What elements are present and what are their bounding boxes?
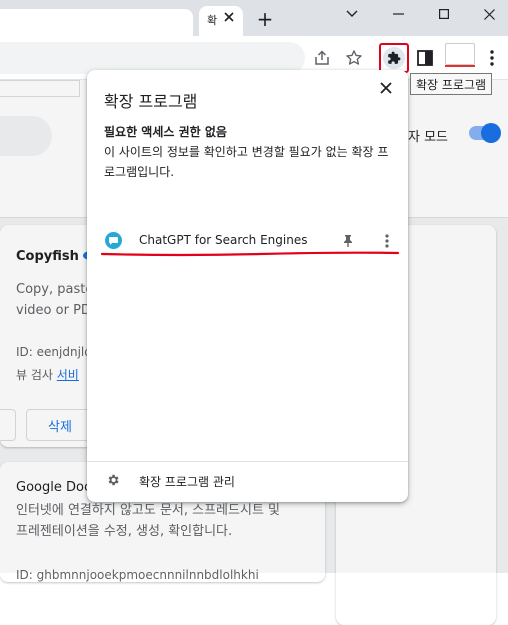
minimize-button[interactable] [375, 0, 421, 28]
profile-avatar[interactable] [445, 43, 475, 65]
page-search-field[interactable] [0, 116, 52, 156]
extensions-button[interactable] [379, 43, 409, 73]
browser-menu-icon[interactable] [480, 46, 504, 70]
maximize-button[interactable] [421, 0, 467, 28]
share-icon[interactable] [310, 46, 334, 70]
close-icon[interactable] [374, 76, 398, 100]
manage-extensions-label: 확장 프로그램 관리 [139, 475, 235, 489]
extension-item-name: ChatGPT for Search Engines [139, 233, 308, 247]
extension-inspect-views: 뷰 검사 서비 [16, 368, 79, 382]
extensions-tooltip: 확장 프로그램 [410, 73, 493, 95]
tab-strip: 확 + [0, 0, 508, 36]
extension-name: Copyfish [16, 249, 97, 264]
more-options-icon[interactable] [377, 231, 397, 251]
bookmark-star-icon[interactable] [342, 46, 366, 70]
pin-icon[interactable] [338, 231, 358, 251]
page-header-field [0, 80, 80, 97]
tab-active[interactable]: 확 [199, 6, 243, 36]
extension-name: Google Docs [16, 480, 98, 495]
popup-subtitle: 필요한 액세스 권한 없음 [104, 125, 227, 139]
toggle-knob [481, 123, 501, 143]
chatgpt-extension-icon [105, 232, 122, 249]
details-button[interactable] [0, 409, 16, 441]
remove-button[interactable]: 삭제 [26, 409, 94, 441]
developer-mode-label: 자 모드 [408, 130, 449, 145]
extension-id: ID: ghbmnnjooekpmoecnnnilnnbdlolhkhi [16, 568, 259, 582]
tab-search-chevron-icon[interactable] [329, 0, 375, 28]
puzzle-icon [383, 47, 405, 69]
gear-icon [104, 471, 122, 489]
manage-extensions-button[interactable]: 확장 프로그램 관리 [87, 465, 408, 497]
developer-mode-toggle[interactable] [469, 123, 501, 143]
popup-description: 이 사이트의 정보를 확인하고 변경할 필요가 없는 확장 프로그램입니다. [104, 145, 389, 179]
extension-id: ID: eenjdnjld [16, 345, 92, 359]
side-panel-icon[interactable] [413, 46, 437, 70]
popup-title: 확장 프로그램 [104, 92, 198, 111]
tab-title: 확 [207, 14, 218, 27]
inspect-view-link[interactable]: 서비 [57, 368, 79, 382]
new-tab-button[interactable]: + [255, 9, 275, 29]
popup-footer-divider [87, 461, 408, 462]
tab-close-icon[interactable] [221, 10, 237, 26]
red-underline-annotation [100, 251, 400, 257]
window-close-button[interactable] [466, 0, 508, 28]
tab-previous[interactable] [0, 9, 193, 36]
profile-indicator [445, 65, 475, 67]
extension-description: 인터넷에 연결하지 않고도 문서, 스프레드시트 및 프레젠테이션을 수정, 생… [16, 503, 280, 539]
extensions-popup: 확장 프로그램 필요한 액세스 권한 없음 이 사이트의 정보를 확인하고 변경… [87, 70, 408, 502]
